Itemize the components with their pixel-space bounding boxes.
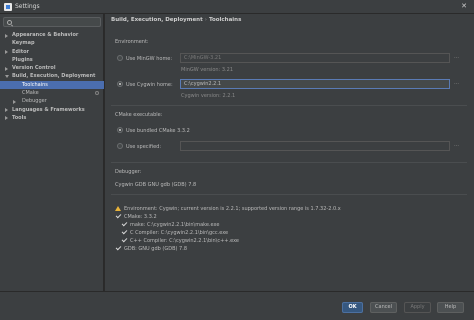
help-button[interactable]: Help bbox=[437, 302, 464, 313]
project-settings-icon bbox=[95, 91, 99, 96]
breadcrumb-parent[interactable]: Build, Execution, Deployment bbox=[111, 17, 203, 23]
breadcrumb-current: Toolchains bbox=[208, 17, 242, 23]
debugger-label: Debugger: bbox=[115, 169, 142, 175]
check-icon bbox=[121, 236, 128, 243]
cmake-browse-button[interactable]: … bbox=[452, 141, 461, 151]
sidebar-item-label: Plugins bbox=[12, 56, 33, 63]
sidebar-item-build-execution-deployment[interactable]: Build, Execution, Deployment bbox=[0, 72, 104, 80]
sidebar-item-appearance-behavior[interactable]: Appearance & Behavior bbox=[0, 31, 104, 39]
sidebar-item-label: Editor bbox=[12, 48, 29, 55]
search-input[interactable] bbox=[15, 19, 95, 25]
chevron-right-icon[interactable] bbox=[5, 108, 8, 113]
warning-icon bbox=[115, 206, 121, 211]
ok-button[interactable]: OK bbox=[342, 302, 363, 313]
specified-cmake-radio[interactable] bbox=[117, 143, 123, 149]
cygwin-home-field[interactable]: C:\cygwin2.2.1 bbox=[180, 79, 450, 89]
dialog-footer: OK Cancel Apply Help bbox=[0, 291, 474, 320]
toolchains-panel: Build, Execution, Deployment › Toolchains … bbox=[105, 14, 474, 291]
breadcrumb: Build, Execution, Deployment › Toolchains bbox=[111, 17, 241, 23]
cygwin-label: Use Cygwin home: bbox=[126, 82, 173, 88]
cpp-compiler-status: C++ Compiler: C:\cygwin2.2.1\bin\c++.exe bbox=[130, 238, 239, 244]
cygwin-radio[interactable] bbox=[117, 81, 123, 87]
sidebar-item-label: Languages & Frameworks bbox=[12, 106, 85, 113]
settings-sidebar: Appearance & Behavior Keymap Editor Plugins… bbox=[0, 14, 104, 291]
sidebar-item-version-control[interactable]: Version Control bbox=[0, 64, 104, 72]
check-icon bbox=[121, 228, 128, 235]
mingw-version: MinGW version: 3.21 bbox=[181, 67, 233, 73]
gdb-status: GDB: GNU gdb (GDB) 7.8 bbox=[124, 246, 188, 252]
cmake-status: CMake: 3.3.2 bbox=[124, 214, 157, 220]
chevron-right-icon[interactable] bbox=[5, 50, 8, 55]
chevron-right-icon[interactable] bbox=[5, 66, 8, 71]
chevron-right-icon[interactable] bbox=[5, 116, 8, 121]
cancel-button[interactable]: Cancel bbox=[370, 302, 397, 313]
chevron-right-icon[interactable] bbox=[5, 33, 8, 38]
debugger-value: Cygwin GDB GNU gdb (GDB) 7.8 bbox=[115, 182, 197, 188]
cmake-executable-label: CMake executable: bbox=[115, 112, 163, 118]
sidebar-item-plugins[interactable]: Plugins bbox=[0, 56, 104, 64]
sidebar-item-keymap[interactable]: Keymap bbox=[0, 39, 104, 47]
environment-warning: Environment: Cygwin; current version is … bbox=[124, 206, 341, 212]
breadcrumb-separator: › bbox=[204, 17, 207, 23]
make-status: make: C:\cygwin2.2.1\bin\make.exe bbox=[130, 222, 220, 228]
c-compiler-status: C Compiler: C:\cygwin2.2.1\bin\gcc.exe bbox=[130, 230, 229, 236]
specified-cmake-label: Use specified: bbox=[126, 144, 162, 150]
apply-button[interactable]: Apply bbox=[404, 302, 431, 313]
check-icon bbox=[115, 244, 122, 251]
cygwin-browse-button[interactable]: … bbox=[452, 79, 461, 89]
sidebar-item-label: Build, Execution, Deployment bbox=[12, 73, 96, 80]
search-icon bbox=[7, 19, 12, 25]
check-icon bbox=[121, 220, 128, 227]
close-icon[interactable]: ✕ bbox=[456, 1, 472, 12]
bundled-cmake-radio[interactable] bbox=[117, 127, 123, 133]
mingw-browse-button[interactable]: … bbox=[452, 53, 461, 63]
sidebar-item-label: CMake bbox=[22, 90, 39, 97]
mingw-home-field[interactable]: C:\MinGW-3.21 bbox=[180, 53, 450, 63]
chevron-right-icon[interactable] bbox=[13, 99, 16, 104]
bundled-cmake-label: Use bundled CMake 3.3.2 bbox=[126, 128, 190, 134]
chevron-down-icon[interactable] bbox=[5, 75, 9, 79]
sidebar-item-label: Appearance & Behavior bbox=[12, 32, 79, 38]
sidebar-item-label: Keymap bbox=[12, 40, 35, 47]
environment-label: Environment: bbox=[115, 39, 149, 45]
sidebar-item-label: Debugger bbox=[22, 98, 47, 105]
settings-search[interactable] bbox=[3, 17, 101, 27]
sidebar-item-cmake[interactable]: CMake bbox=[0, 89, 104, 97]
window-controls: ✕ bbox=[456, 1, 472, 12]
title-bar: Settings ✕ bbox=[0, 0, 474, 14]
check-icon bbox=[115, 212, 122, 219]
separator bbox=[111, 194, 467, 195]
app-icon bbox=[4, 2, 12, 11]
window-title: Settings bbox=[15, 3, 40, 10]
sidebar-item-toolchains[interactable]: Toolchains bbox=[0, 80, 104, 90]
mingw-radio[interactable] bbox=[117, 55, 123, 61]
cygwin-version: Cygwin version: 2.2.1 bbox=[181, 93, 236, 99]
mingw-label: Use MinGW home: bbox=[126, 56, 173, 62]
settings-tree: Appearance & Behavior Keymap Editor Plugins… bbox=[0, 31, 104, 122]
sidebar-item-label: Version Control bbox=[12, 65, 56, 72]
sidebar-item-label: Toolchains bbox=[22, 81, 48, 88]
separator bbox=[111, 105, 467, 106]
sidebar-item-editor[interactable]: Editor bbox=[0, 48, 104, 56]
sidebar-item-tools[interactable]: Tools bbox=[0, 114, 104, 122]
specified-cmake-field[interactable] bbox=[180, 141, 450, 151]
sidebar-item-languages-frameworks[interactable]: Languages & Frameworks bbox=[0, 106, 104, 114]
separator bbox=[111, 162, 467, 163]
sidebar-item-debugger[interactable]: Debugger bbox=[0, 97, 104, 105]
sidebar-item-label: Tools bbox=[12, 114, 27, 121]
